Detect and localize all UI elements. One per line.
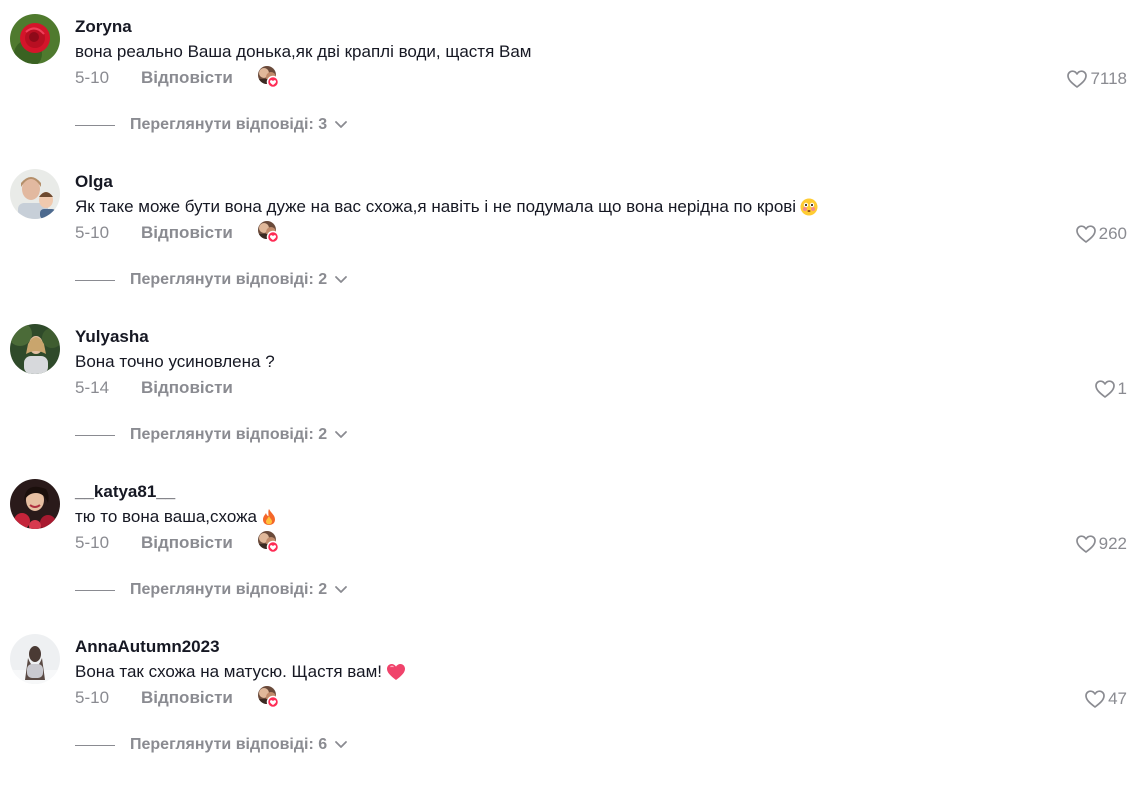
creator-liked-icon <box>257 685 280 709</box>
view-replies-label[interactable]: Переглянути відповіді: 2 <box>130 581 327 599</box>
reply-button[interactable]: Відповісти <box>141 688 233 708</box>
view-replies-label[interactable]: Переглянути відповіді: 2 <box>130 426 327 444</box>
reply-button[interactable]: Відповісти <box>141 68 233 88</box>
like-button[interactable]: 922 <box>1075 532 1127 556</box>
flushed-face-emoji <box>800 198 818 216</box>
avatar[interactable] <box>10 324 60 374</box>
comment-text-body: тю то вона ваша,схожа <box>75 507 257 526</box>
comment-meta: 5-10 Відповісти 47 <box>75 685 1135 711</box>
like-count: 922 <box>1098 534 1127 553</box>
comment-username[interactable]: __katya81__ <box>75 482 175 502</box>
heart-icon[interactable] <box>1094 379 1116 399</box>
comment-date: 5-10 <box>75 688 110 707</box>
comment-item: Olga Як таке може бути вона дуже на вас … <box>0 169 1146 324</box>
reply-button[interactable]: Відповісти <box>141 533 233 553</box>
heart-icon[interactable] <box>1066 69 1088 89</box>
heart-icon[interactable] <box>1084 689 1106 709</box>
chevron-down-icon[interactable] <box>334 275 348 285</box>
view-replies-button[interactable]: Переглянути відповіді: 3 <box>75 114 348 136</box>
comment-username[interactable]: AnnaAutumn2023 <box>75 637 220 657</box>
divider-line <box>75 744 115 746</box>
comment-username[interactable]: Olga <box>75 172 113 192</box>
creator-liked-icon <box>257 220 280 244</box>
comment-username[interactable]: Yulyasha <box>75 327 149 347</box>
comment-date: 5-10 <box>75 533 110 552</box>
divider-line <box>75 124 115 126</box>
view-replies-label[interactable]: Переглянути відповіді: 6 <box>130 736 327 754</box>
chevron-down-icon[interactable] <box>334 585 348 595</box>
comment-text-body: Вона так схожа на матусю. Щастя вам! <box>75 662 383 681</box>
comment-meta: 5-10 Відповісти 260 <box>75 220 1135 246</box>
comment-date: 5-10 <box>75 68 110 87</box>
chevron-down-icon[interactable] <box>334 430 348 440</box>
avatar[interactable] <box>10 14 60 64</box>
view-replies-label[interactable]: Переглянути відповіді: 2 <box>130 271 327 289</box>
comment-text: вона реально Ваша донька,як дві краплі в… <box>75 42 532 62</box>
like-button[interactable]: 7118 <box>1066 67 1127 91</box>
comment-text-body: Вона точно усиновлена ? <box>75 352 275 371</box>
reply-button[interactable]: Відповісти <box>141 223 233 243</box>
chevron-down-icon[interactable] <box>334 120 348 130</box>
like-button[interactable]: 260 <box>1075 222 1127 246</box>
view-replies-button[interactable]: Переглянути відповіді: 6 <box>75 734 348 756</box>
view-replies-label[interactable]: Переглянути відповіді: 3 <box>130 116 327 134</box>
comment-text-body: Як таке може бути вона дуже на вас схожа… <box>75 197 797 216</box>
avatar[interactable] <box>10 169 60 219</box>
comment-text: Вона так схожа на матусю. Щастя вам! <box>75 662 406 682</box>
like-button[interactable]: 47 <box>1084 687 1127 711</box>
comment-date: 5-10 <box>75 223 110 242</box>
comment-text: Вона точно усиновлена ? <box>75 352 275 372</box>
creator-liked-icon <box>257 530 280 554</box>
avatar[interactable] <box>10 634 60 684</box>
like-count: 47 <box>1108 689 1127 708</box>
comment-meta: 5-10 Відповісти 922 <box>75 530 1135 556</box>
heart-icon[interactable] <box>1075 534 1097 554</box>
avatar[interactable] <box>10 479 60 529</box>
creator-liked-icon <box>257 65 280 89</box>
comment-text-body: вона реально Ваша донька,як дві краплі в… <box>75 42 532 61</box>
view-replies-button[interactable]: Переглянути відповіді: 2 <box>75 424 348 446</box>
comment-item: AnnaAutumn2023 Вона так схожа на матусю.… <box>0 634 1146 789</box>
like-count: 260 <box>1098 224 1127 243</box>
comment-username[interactable]: Zoryna <box>75 17 132 37</box>
fire-emoji <box>261 508 277 526</box>
like-button[interactable]: 1 <box>1094 377 1127 401</box>
like-count: 1 <box>1117 379 1127 398</box>
comment-date: 5-14 <box>75 378 110 397</box>
comment-meta: 5-14 Відповісти 1 <box>75 377 1135 401</box>
chevron-down-icon[interactable] <box>334 740 348 750</box>
comment-text: Як таке може бути вона дуже на вас схожа… <box>75 197 818 217</box>
view-replies-button[interactable]: Переглянути відповіді: 2 <box>75 269 348 291</box>
reply-button[interactable]: Відповісти <box>141 378 233 398</box>
comment-item: Yulyasha Вона точно усиновлена ? 5-14 Ві… <box>0 324 1146 479</box>
heart-icon[interactable] <box>1075 224 1097 244</box>
comment-item: __katya81__ тю то вона ваша,схожа 5-10 В… <box>0 479 1146 634</box>
view-replies-button[interactable]: Переглянути відповіді: 2 <box>75 579 348 601</box>
comment-item: Zoryna вона реально Ваша донька,як дві к… <box>0 14 1146 169</box>
divider-line <box>75 279 115 281</box>
comment-text: тю то вона ваша,схожа <box>75 507 277 527</box>
like-count: 7118 <box>1090 69 1127 88</box>
divider-line <box>75 434 115 436</box>
heart-emoji <box>386 663 406 681</box>
divider-line <box>75 589 115 591</box>
comment-meta: 5-10 Відповісти 7118 <box>75 65 1135 91</box>
